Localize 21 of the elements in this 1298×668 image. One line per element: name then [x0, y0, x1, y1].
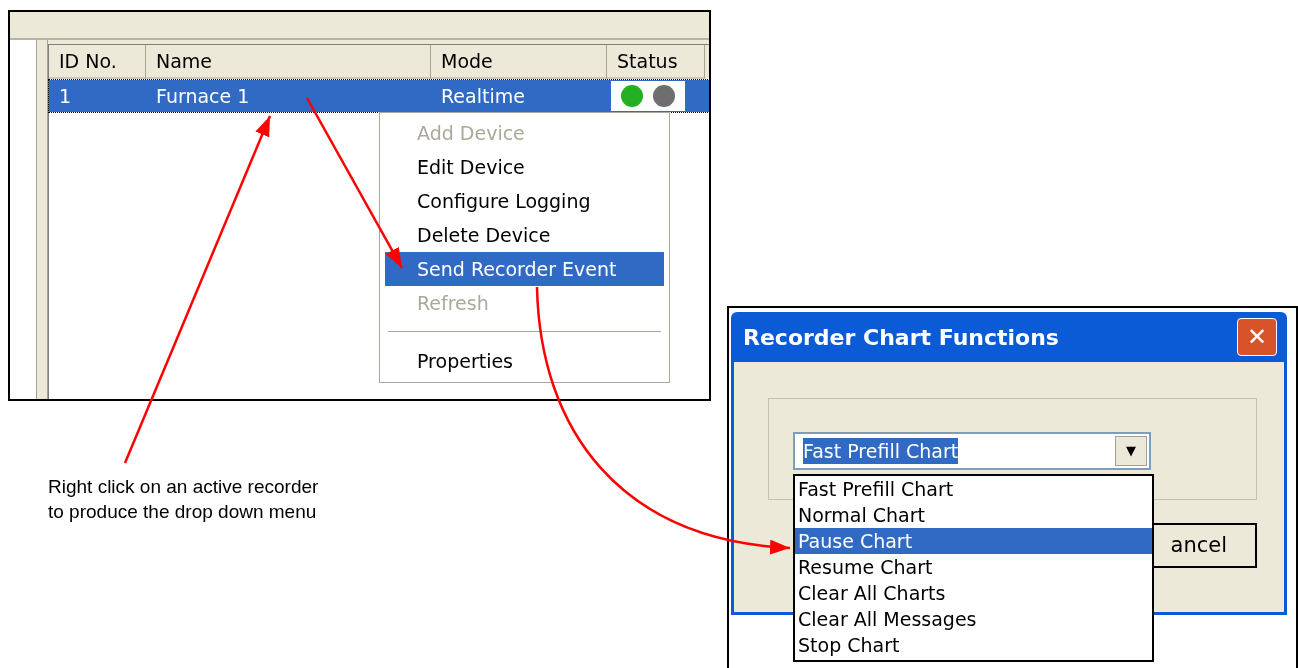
- table-cell-text: Furnace 1: [155, 83, 251, 109]
- dropdown-value: Fast Prefill Chart: [803, 438, 959, 464]
- dropdown-option[interactable]: Pause Chart: [795, 528, 1152, 554]
- menu-item[interactable]: Edit Device: [385, 150, 664, 184]
- table-cell-text: Realtime: [440, 83, 526, 109]
- menu-item[interactable]: Send Recorder Event: [385, 252, 664, 286]
- dropdown-option[interactable]: Fast Prefill Chart: [795, 476, 1152, 502]
- table-cell-text: 1: [58, 83, 73, 109]
- menu-item[interactable]: Delete Device: [385, 218, 664, 252]
- chart-function-dropdown[interactable]: Fast Prefill Chart ▼: [793, 432, 1151, 470]
- dropdown-option[interactable]: Clear All Messages: [795, 606, 1152, 632]
- caption-text: Right click on an active recorder to produce the drop down menu: [48, 475, 319, 524]
- dropdown-option[interactable]: Stop Chart: [795, 632, 1152, 658]
- dropdown-option[interactable]: Clear All Charts: [795, 580, 1152, 606]
- close-button[interactable]: ✕: [1237, 318, 1277, 356]
- menu-item[interactable]: Configure Logging: [385, 184, 664, 218]
- menu-item[interactable]: Properties: [385, 344, 664, 378]
- dialog-title: Recorder Chart Functions: [743, 323, 1060, 352]
- dropdown-arrow-button[interactable]: ▼: [1115, 436, 1147, 466]
- splitter[interactable]: [36, 40, 48, 399]
- device-row[interactable]: 1 Furnace 1 Realtime: [49, 80, 709, 112]
